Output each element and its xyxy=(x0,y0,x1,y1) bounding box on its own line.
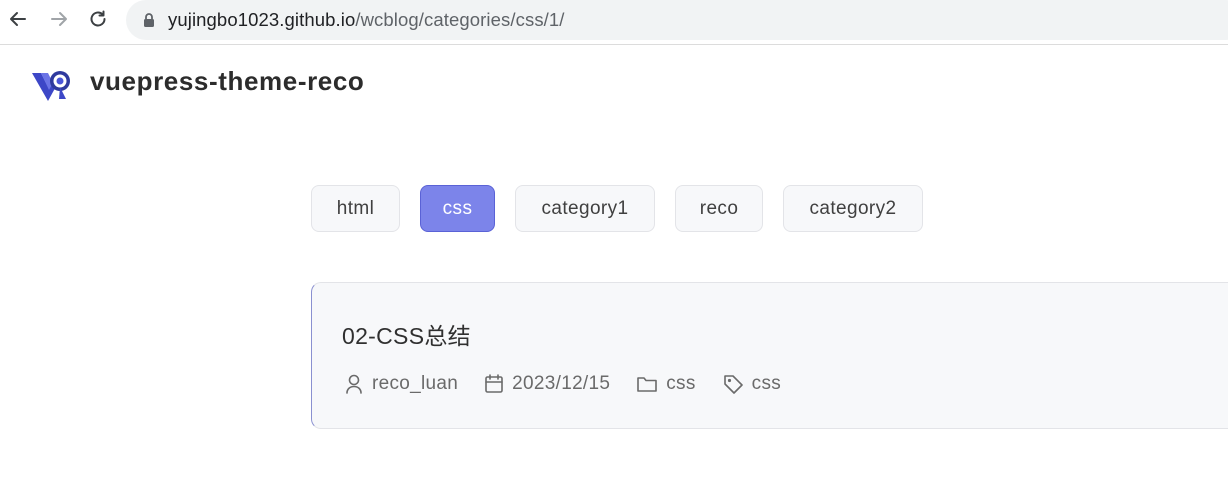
category-tag-category2[interactable]: category2 xyxy=(783,185,923,232)
meta-author: reco_luan xyxy=(344,373,458,395)
forward-arrow-icon xyxy=(51,12,67,26)
meta-category[interactable]: css xyxy=(636,373,695,395)
article-title[interactable]: 02-CSS总结 xyxy=(342,317,471,351)
author-name: reco_luan xyxy=(372,373,459,394)
category-link[interactable]: css xyxy=(666,373,695,395)
calendar-icon xyxy=(485,374,503,393)
site-title[interactable]: vuepress-theme-reco xyxy=(90,66,364,97)
meta-tag[interactable]: css xyxy=(722,373,781,395)
folder-icon xyxy=(637,377,658,392)
url-path: /wcblog/categories/css/1/ xyxy=(355,9,565,30)
meta-date: 2023/12/15 xyxy=(484,373,610,395)
category-tag-css[interactable]: css xyxy=(420,185,495,232)
url-text: yujingbo1023.github.io/wcblog/categories… xyxy=(168,9,565,31)
category-tag-reco[interactable]: reco xyxy=(675,185,763,232)
back-arrow-icon xyxy=(10,12,26,26)
forward-button[interactable] xyxy=(45,5,73,33)
back-button[interactable] xyxy=(4,5,32,33)
address-bar[interactable]: yujingbo1023.github.io/wcblog/categories… xyxy=(126,0,1228,40)
article-card[interactable]: 02-CSS总结 reco_luan 2023/12/15 css css xyxy=(311,282,1228,429)
article-meta: reco_luan 2023/12/15 css css xyxy=(344,371,807,397)
publish-date: 2023/12/15 xyxy=(512,373,611,394)
lock-icon xyxy=(144,13,154,27)
site-logo[interactable] xyxy=(30,67,72,103)
reload-icon xyxy=(90,10,106,27)
url-host: yujingbo1023.github.io xyxy=(168,9,356,30)
tag-link[interactable]: css xyxy=(752,373,781,395)
browser-toolbar: yujingbo1023.github.io/wcblog/categories… xyxy=(0,0,1228,45)
tag-icon xyxy=(723,375,743,394)
category-tag-category1[interactable]: category1 xyxy=(515,185,655,232)
user-icon xyxy=(346,374,362,394)
reload-button[interactable] xyxy=(84,5,112,33)
category-tag-html[interactable]: html xyxy=(311,185,400,232)
